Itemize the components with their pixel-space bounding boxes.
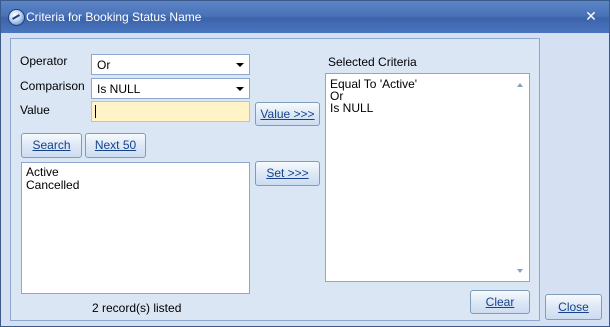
comparison-dropdown[interactable]: Is NULL [91, 78, 250, 99]
comparison-label: Comparison [20, 79, 85, 93]
set-button[interactable]: Set >>> [255, 161, 320, 186]
close-button-label: Close [558, 300, 589, 314]
next-50-button[interactable]: Next 50 [85, 133, 146, 158]
comparison-dropdown-value: Is NULL [97, 82, 141, 96]
results-listbox[interactable]: Active Cancelled [21, 162, 250, 294]
chevron-down-icon[interactable] [232, 79, 249, 98]
value-label: Value [20, 103, 50, 117]
close-window-icon[interactable]: ✕ [581, 8, 601, 26]
app-icon [8, 9, 25, 26]
selected-criteria-box[interactable]: Equal To 'Active' Or Is NULL [325, 73, 530, 282]
operator-label: Operator [20, 54, 68, 68]
set-button-label: Set >>> [266, 166, 309, 180]
close-button[interactable]: Close [545, 294, 602, 320]
scroll-down-arrow-icon[interactable] [517, 269, 523, 273]
title-bar[interactable]: Criteria for Booking Status Name ✕ [1, 1, 609, 33]
operator-dropdown-value: Or [97, 58, 111, 72]
criteria-line: Is NULL [330, 101, 374, 115]
scroll-up-arrow-icon[interactable] [517, 83, 523, 87]
value-add-button-label: Value >>> [260, 107, 315, 121]
chevron-down-icon[interactable] [232, 55, 249, 74]
record-count-status: 2 record(s) listed [92, 301, 182, 315]
value-input[interactable] [91, 101, 250, 122]
search-button[interactable]: Search [21, 133, 82, 158]
selected-criteria-heading: Selected Criteria [328, 55, 417, 69]
operator-dropdown[interactable]: Or [91, 54, 250, 75]
list-item[interactable]: Active [26, 165, 59, 179]
value-add-button[interactable]: Value >>> [255, 102, 320, 126]
criteria-dialog: Criteria for Booking Status Name ✕ Opera… [0, 0, 610, 327]
text-caret [95, 105, 96, 118]
clear-button-label: Clear [485, 295, 515, 309]
window-title: Criteria for Booking Status Name [26, 10, 202, 24]
list-item[interactable]: Cancelled [26, 178, 79, 192]
clear-button[interactable]: Clear [470, 290, 530, 314]
search-button-label: Search [32, 138, 71, 152]
next-50-button-label: Next 50 [94, 138, 137, 152]
criteria-groupbox: Operator Or Comparison Is NULL Value Val… [10, 38, 540, 321]
